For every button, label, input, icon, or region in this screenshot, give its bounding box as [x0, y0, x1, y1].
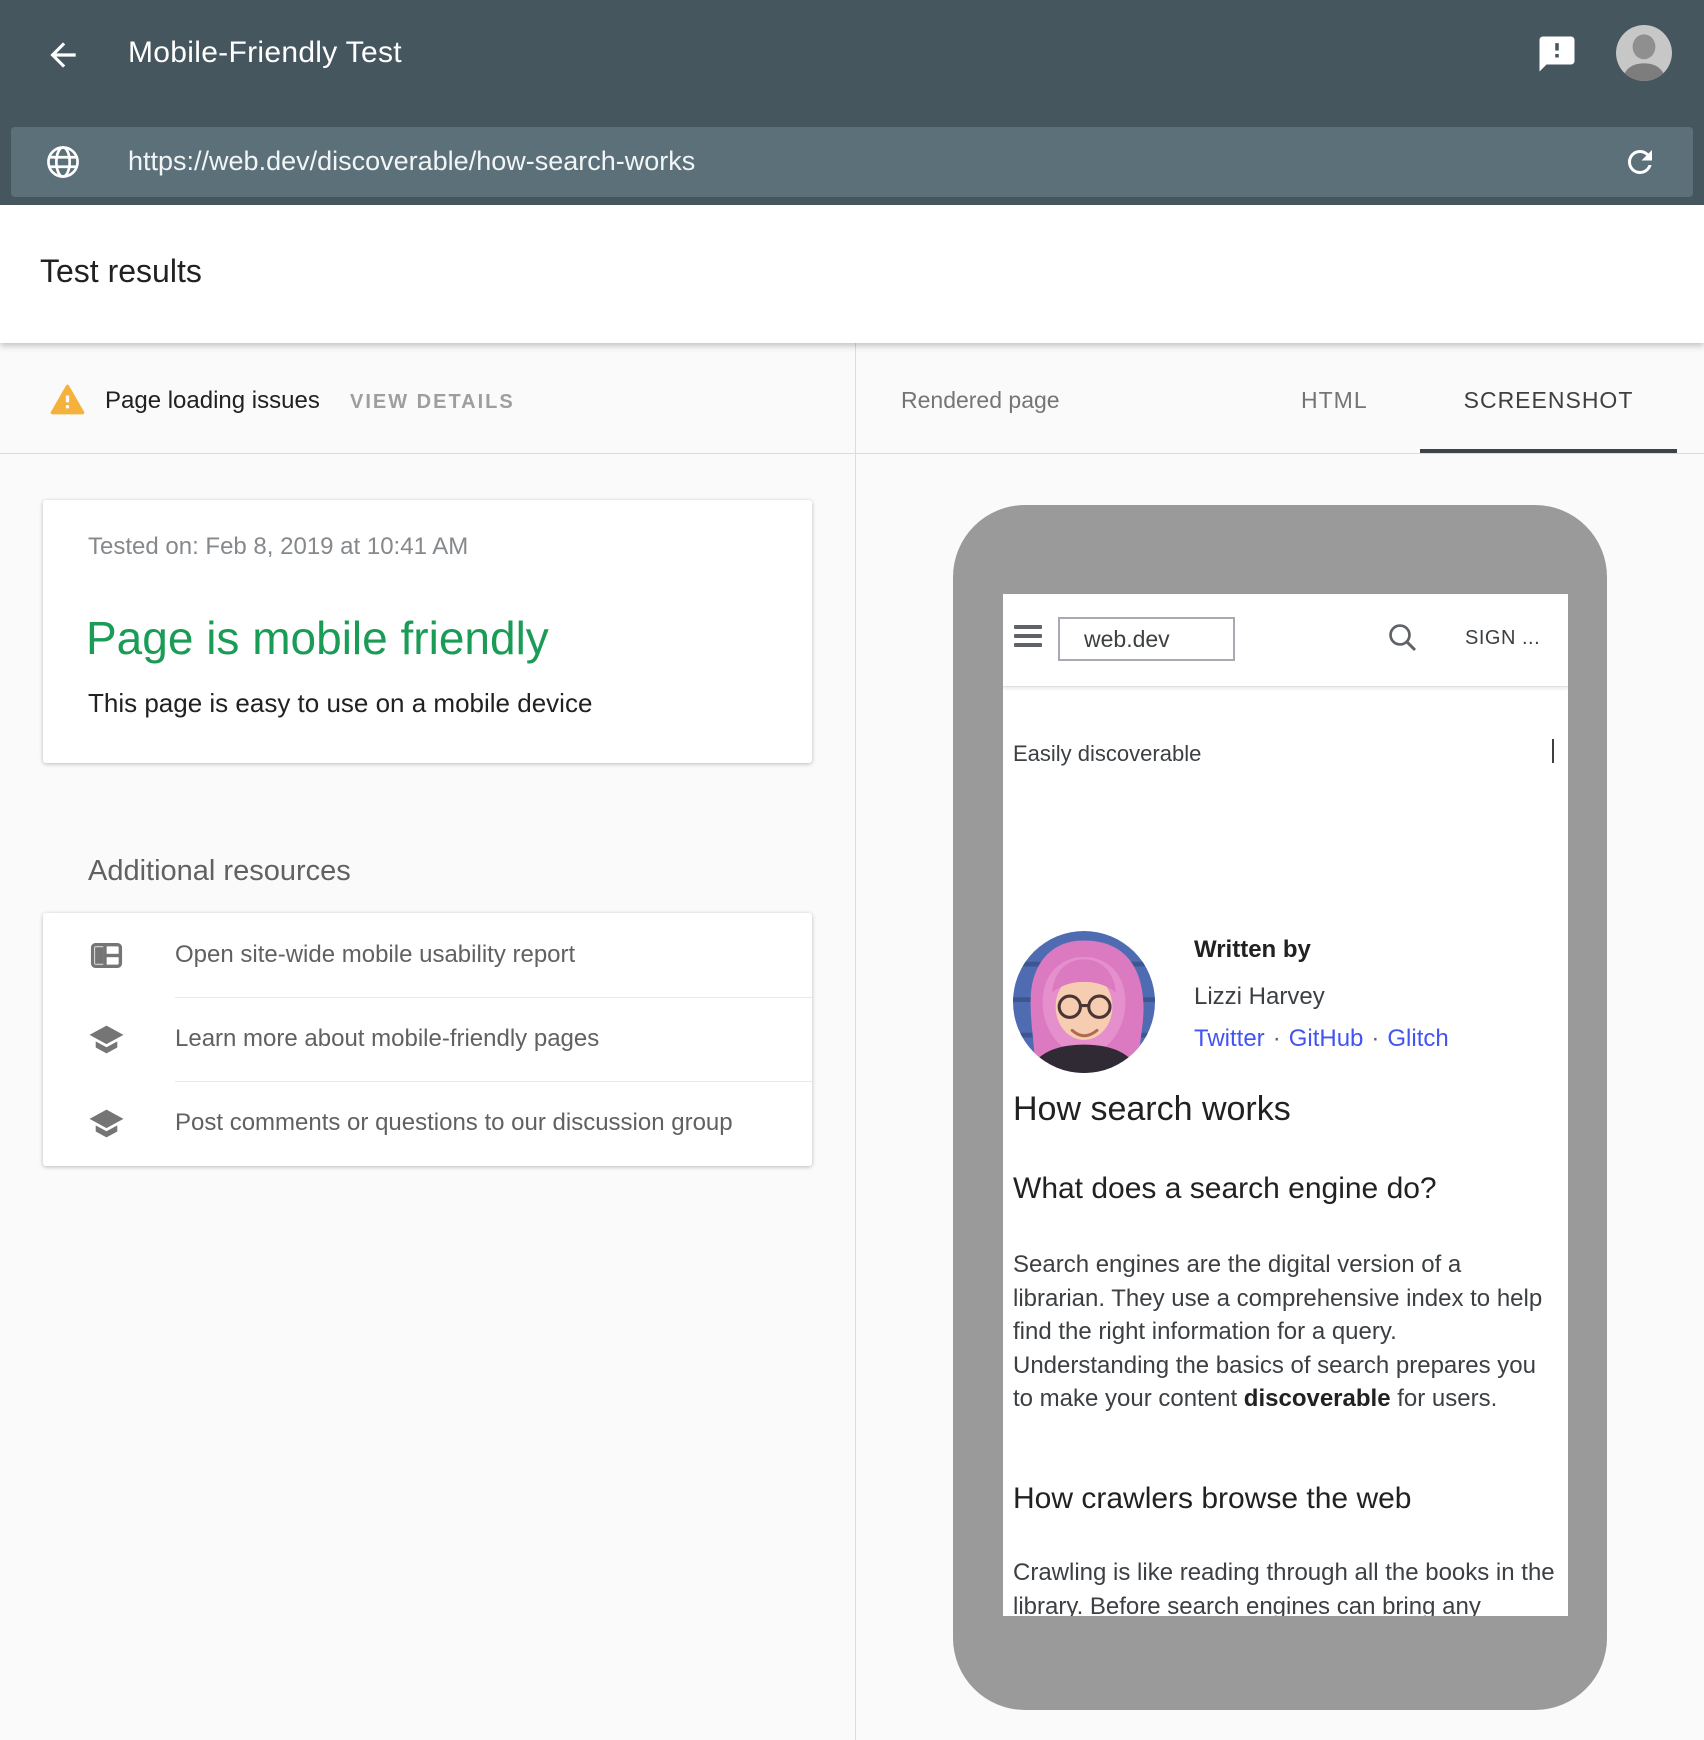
back-icon[interactable] — [44, 36, 82, 74]
verdict-heading: Page is mobile friendly — [86, 612, 549, 664]
school-icon — [88, 1021, 125, 1058]
verdict-description: This page is easy to use on a mobile dev… — [88, 688, 592, 719]
school-icon — [88, 1105, 125, 1142]
glitch-link: Glitch — [1387, 1025, 1448, 1052]
section-heading: How crawlers browse the web — [1013, 1482, 1411, 1516]
truncated-icon — [1552, 739, 1554, 763]
resource-usability-report-link[interactable]: Open site-wide mobile usability report — [43, 913, 812, 997]
panel-divider — [855, 343, 856, 1740]
twitter-link: Twitter — [1194, 1025, 1265, 1052]
tab-rendered-page[interactable]: Rendered page — [901, 387, 1060, 414]
result-card: Tested on: Feb 8, 2019 at 10:41 AM Page … — [43, 500, 812, 763]
preview-site-header: web.dev SIGN ... — [1003, 594, 1568, 687]
sign-in-label: SIGN ... — [1465, 627, 1540, 650]
resource-label: Learn more about mobile-friendly pages — [175, 1025, 599, 1053]
page-header: Test results — [0, 205, 1704, 343]
written-by-label: Written by — [1194, 936, 1311, 964]
author-avatar — [1013, 931, 1155, 1073]
active-tab-indicator — [1420, 449, 1677, 453]
screenshot-preview: web.dev SIGN ... Easily discoverable — [1003, 594, 1568, 1616]
site-name: web.dev — [1084, 626, 1170, 653]
usability-report-icon — [88, 937, 125, 974]
author-name: Lizzi Harvey — [1194, 983, 1325, 1011]
url-bar[interactable]: https://web.dev/discoverable/how-search-… — [11, 127, 1693, 197]
article-title: How search works — [1013, 1090, 1291, 1129]
warning-icon — [48, 382, 87, 418]
feedback-icon[interactable] — [1536, 32, 1578, 76]
github-link: GitHub — [1289, 1025, 1364, 1052]
phone-mockup: web.dev SIGN ... Easily discoverable — [953, 505, 1607, 1710]
author-links: Twitter·GitHub·Glitch — [1194, 1025, 1449, 1053]
resource-label: Post comments or questions to our discus… — [175, 1109, 733, 1137]
link-separator: · — [1265, 1025, 1289, 1052]
site-search-box: web.dev — [1058, 617, 1235, 661]
resources-card: Open site-wide mobile usability report L… — [43, 913, 812, 1166]
tab-screenshot[interactable]: SCREENSHOT — [1420, 387, 1677, 414]
breadcrumb: Easily discoverable — [1013, 741, 1201, 767]
refresh-icon[interactable] — [1622, 144, 1658, 180]
resource-learn-more-link[interactable]: Learn more about mobile-friendly pages — [43, 997, 812, 1081]
hamburger-menu-icon — [1014, 625, 1042, 647]
content-area: Page loading issues VIEW DETAILS Rendere… — [0, 343, 1704, 1740]
link-separator: · — [1363, 1025, 1387, 1052]
toolbar-divider — [0, 453, 1704, 454]
section-heading: What does a search engine do? — [1013, 1172, 1437, 1206]
resource-discussion-group-link[interactable]: Post comments or questions to our discus… — [43, 1081, 812, 1165]
mobile-friendly-test-app: Mobile-Friendly Test https://web.dev/dis… — [0, 0, 1704, 1740]
app-title: Mobile-Friendly Test — [128, 36, 402, 70]
tested-on-timestamp: Tested on: Feb 8, 2019 at 10:41 AM — [88, 533, 468, 561]
user-avatar[interactable] — [1616, 25, 1672, 81]
tab-html[interactable]: HTML — [1301, 387, 1368, 414]
url-text: https://web.dev/discoverable/how-search-… — [128, 146, 695, 177]
search-icon — [1385, 620, 1421, 656]
additional-resources-heading: Additional resources — [88, 855, 351, 888]
page-title: Test results — [40, 253, 202, 290]
section-paragraph: Search engines are the digital version o… — [1013, 1248, 1558, 1416]
globe-icon — [44, 143, 82, 181]
section-paragraph: Crawling is like reading through all the… — [1013, 1556, 1558, 1616]
page-loading-issues-label: Page loading issues — [105, 387, 320, 415]
resource-label: Open site-wide mobile usability report — [175, 941, 575, 969]
view-details-button[interactable]: VIEW DETAILS — [350, 391, 515, 414]
app-bar: Mobile-Friendly Test https://web.dev/dis… — [0, 0, 1704, 205]
